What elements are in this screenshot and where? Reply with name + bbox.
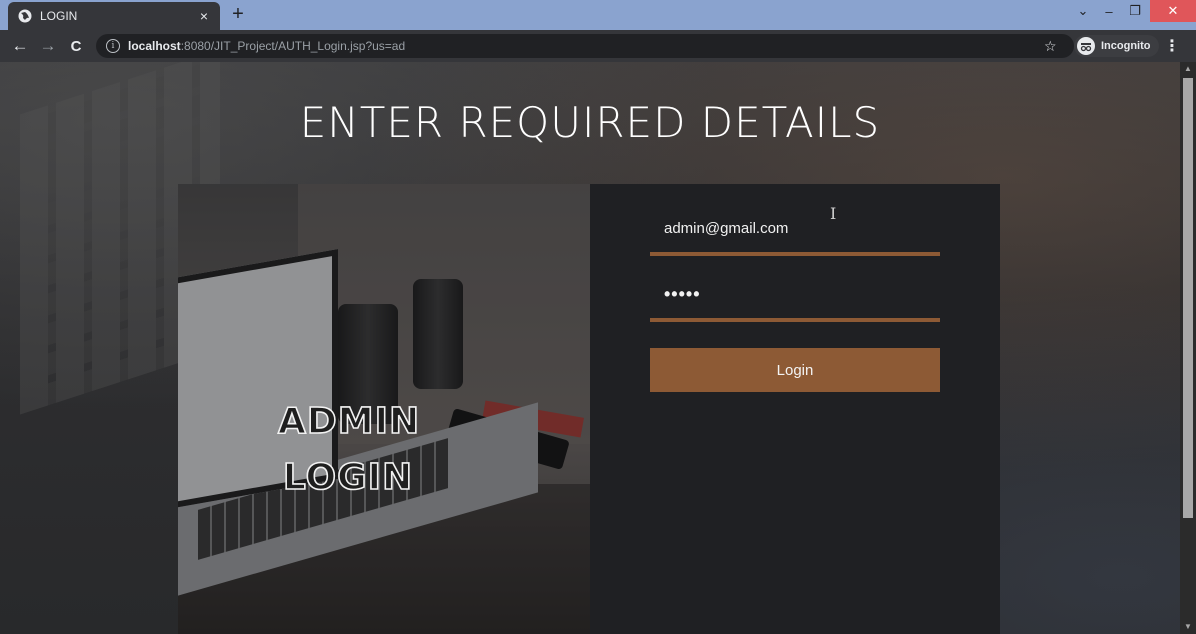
page-title: ENTER REQUIRED DETAILS (299, 98, 881, 147)
new-tab-button[interactable]: + (228, 4, 248, 25)
browser-toolbar: ← → C i localhost:8080/JIT_Project/AUTH_… (0, 30, 1196, 62)
reload-icon[interactable]: C (64, 34, 88, 58)
info-icon[interactable]: i (106, 39, 120, 53)
globe-icon (18, 9, 32, 23)
star-icon[interactable]: ☆ (1044, 38, 1057, 55)
password-field[interactable]: ••••• (650, 270, 940, 322)
admin-title-line2: LOGIN (282, 456, 414, 499)
incognito-label: Incognito (1101, 40, 1151, 52)
forward-arrow-icon[interactable]: → (36, 34, 60, 58)
url-host: localhost (128, 39, 181, 53)
page-viewport: ENTER REQUIRED DETAILS ADMIN LOGIN admin… (0, 62, 1180, 634)
scroll-down-icon[interactable]: ▼ (1180, 620, 1196, 634)
admin-login-title: ADMIN LOGIN (277, 394, 421, 506)
scrollbar-thumb[interactable] (1183, 78, 1193, 518)
login-form: admin@gmail.com ••••• Login I (590, 184, 1000, 634)
login-button[interactable]: Login (650, 348, 940, 392)
tab-title: LOGIN (40, 9, 78, 23)
browser-tab[interactable]: LOGIN × (8, 2, 220, 30)
restore-window-button[interactable]: ❐ (1124, 0, 1146, 22)
browser-tab-strip: LOGIN × + ⌄ – ❐ ✕ (0, 0, 1196, 30)
back-arrow-icon[interactable]: ← (8, 34, 32, 58)
text-cursor-icon: I (830, 204, 837, 223)
incognito-badge[interactable]: Incognito (1074, 35, 1159, 57)
close-tab-icon[interactable]: × (196, 8, 212, 24)
url-path: :8080/JIT_Project/AUTH_Login.jsp?us=ad (180, 39, 406, 53)
address-bar[interactable]: i localhost:8080/JIT_Project/AUTH_Login.… (96, 34, 1074, 58)
scroll-up-icon[interactable]: ▲ (1180, 62, 1196, 76)
page-scrollbar[interactable]: ▲ ▼ (1180, 62, 1196, 634)
kebab-menu-icon[interactable]: ⋮ (1162, 36, 1182, 56)
incognito-icon (1077, 37, 1095, 55)
chevron-down-icon[interactable]: ⌄ (1072, 0, 1094, 22)
admin-title-line1: ADMIN (277, 400, 421, 443)
close-window-button[interactable]: ✕ (1150, 0, 1196, 22)
email-field[interactable]: admin@gmail.com (650, 204, 940, 256)
minimize-window-button[interactable]: – (1098, 0, 1120, 22)
admin-photo-panel: ADMIN LOGIN (178, 184, 590, 634)
